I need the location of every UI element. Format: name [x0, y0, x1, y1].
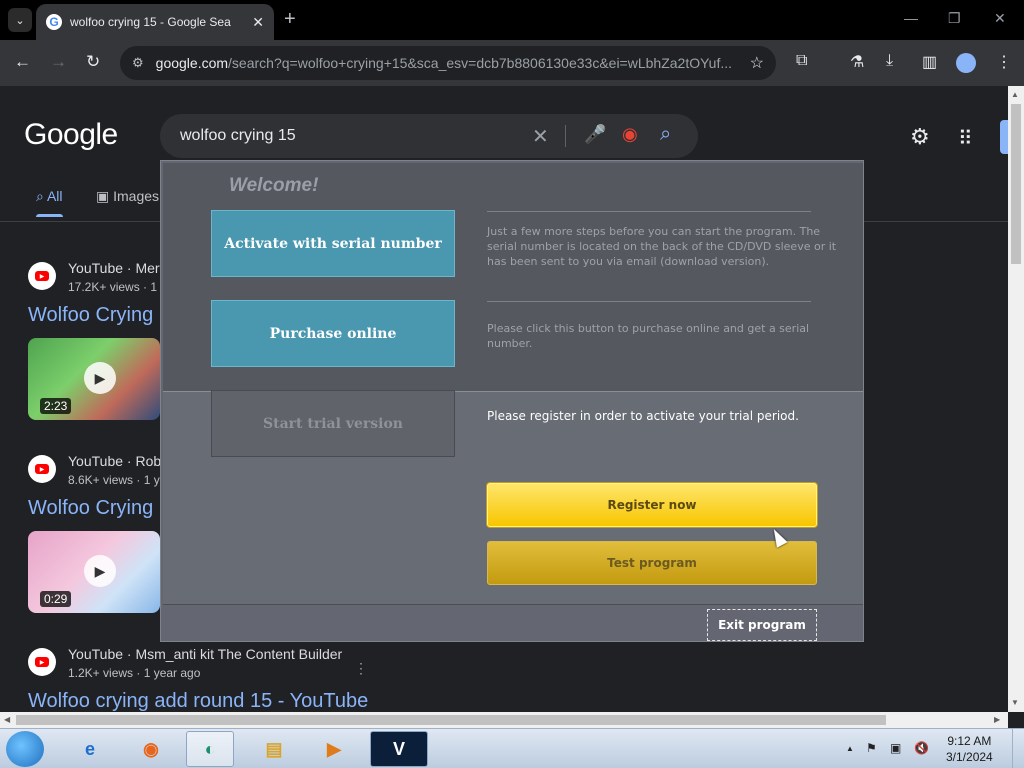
clock-date: 3/1/2024	[946, 750, 993, 764]
result-source[interactable]: YouTube · Rob	[68, 453, 161, 469]
search-input[interactable]: wolfoo crying 15 ✕ 🎤 ◉ ⌕	[160, 114, 698, 158]
activate-description: Just a few more steps before you can sta…	[487, 225, 837, 268]
volume-muted-icon[interactable]: 🔇	[914, 741, 929, 755]
tab-all-label: All	[46, 188, 63, 204]
video-thumbnail[interactable]: ▶ 2:23	[28, 338, 160, 420]
horizontal-scroll-thumb[interactable]	[16, 715, 886, 725]
browser-tab-active[interactable]: G wolfoo crying 15 - Google Sea ✕	[36, 4, 274, 40]
voice-search-icon[interactable]: 🎤	[584, 124, 606, 145]
result-source[interactable]: YouTube · Mert	[68, 260, 163, 276]
windows-taskbar: e ◉ ◐ ▤ ▶ V ▲ ⚑ ▣ 🔇 9:12 AM 3/1/2024	[0, 728, 1024, 768]
start-trial-button[interactable]: Start trial version	[211, 390, 455, 457]
youtube-icon: ▶	[28, 648, 56, 676]
tray-expand-icon[interactable]: ▲	[846, 744, 854, 753]
result-title-link[interactable]: Wolfoo Crying	[28, 497, 153, 520]
system-clock[interactable]: 9:12 AM 3/1/2024	[946, 733, 993, 765]
extensions-icon[interactable]: ⧉	[796, 52, 807, 70]
profile-avatar[interactable]	[956, 53, 976, 73]
minimize-button[interactable]: —	[904, 10, 918, 26]
scroll-right-icon[interactable]: ▶	[994, 715, 1000, 724]
action-center-flag-icon[interactable]: ⚑	[866, 741, 877, 755]
labs-icon[interactable]: ⚗	[850, 52, 864, 72]
tab-close-icon[interactable]: ✕	[252, 14, 264, 31]
clock-time: 9:12 AM	[947, 734, 992, 748]
media-icon[interactable]: ▶	[310, 731, 358, 767]
firefox-icon[interactable]: ◉	[127, 731, 175, 767]
exit-program-button[interactable]: Exit program	[707, 609, 817, 641]
more-options-icon[interactable]: ⋮	[354, 660, 368, 677]
settings-gear-icon[interactable]: ⚙	[910, 124, 930, 150]
ie-icon[interactable]: e	[66, 731, 114, 767]
purchase-description: Please click this button to purchase onl…	[487, 322, 810, 350]
downloads-icon[interactable]: ⤓	[886, 52, 893, 70]
search-icon[interactable]: ⌕	[660, 123, 671, 146]
clear-search-icon[interactable]: ✕	[532, 124, 549, 149]
address-bar[interactable]: ⚙ google.com/search?q=wolfoo+crying+15&s…	[120, 46, 776, 80]
video-thumbnail[interactable]: ▶ 0:29	[28, 531, 160, 613]
dialog-welcome-title: Welcome!	[229, 175, 319, 196]
scroll-left-icon[interactable]: ◀	[4, 715, 10, 724]
result-title-link[interactable]: Wolfoo Crying	[28, 304, 153, 327]
tab-all[interactable]: ⌕ All	[36, 188, 63, 217]
google-apps-icon[interactable]: ⠿	[958, 126, 973, 151]
browser-toolbar: ← → ↻ ⚙ google.com/search?q=wolfoo+cryin…	[0, 40, 1024, 86]
tab-search-button[interactable]: ⌄	[8, 8, 32, 32]
v-app-icon[interactable]: V	[370, 731, 428, 767]
bookmark-star-icon[interactable]: ☆	[750, 53, 764, 73]
url-host: google.com	[155, 55, 229, 71]
browser-tab-bar: ⌄ G wolfoo crying 15 - Google Sea ✕ + — …	[0, 0, 1024, 40]
side-panel-icon[interactable]: ▥	[922, 52, 937, 72]
edge-icon[interactable]: ◐	[186, 731, 234, 767]
purchase-online-button[interactable]: Purchase online	[211, 300, 455, 367]
address-url[interactable]: google.com/search?q=wolfoo+crying+15&sca…	[156, 55, 742, 71]
tab-title: wolfoo crying 15 - Google Sea	[70, 15, 231, 29]
restore-button[interactable]: ❐	[948, 10, 961, 27]
registration-dialog: Welcome! Activate with serial number Jus…	[160, 160, 864, 642]
reload-button[interactable]: ↻	[86, 52, 100, 72]
trial-note: Please register in order to activate you…	[487, 409, 799, 423]
youtube-icon: ▶	[28, 262, 56, 290]
divider	[487, 211, 811, 212]
play-icon: ▶	[84, 555, 116, 587]
test-program-button[interactable]: Test program	[487, 541, 817, 585]
tab-images-label: Images	[113, 188, 160, 204]
video-duration: 2:23	[40, 398, 72, 414]
result-source[interactable]: YouTube · Msm_anti kit The Content Build…	[68, 646, 342, 662]
vertical-scrollbar[interactable]: ▲ ▼	[1008, 86, 1024, 712]
google-logo[interactable]: Google	[24, 118, 118, 152]
result-meta: 8.6K+ views · 1 ye	[68, 473, 167, 487]
explorer-icon[interactable]: ▤	[250, 731, 298, 767]
video-duration: 0:29	[40, 591, 72, 607]
result-meta: 1.2K+ views · 1 year ago	[68, 666, 201, 680]
back-button[interactable]: ←	[14, 52, 31, 72]
scroll-down-icon[interactable]: ▼	[1011, 698, 1019, 707]
activate-serial-button[interactable]: Activate with serial number	[211, 210, 455, 277]
horizontal-scrollbar[interactable]: ◀ ▶	[0, 712, 1008, 728]
search-query[interactable]: wolfoo crying 15	[180, 127, 296, 145]
search-divider	[565, 125, 566, 147]
scroll-up-icon[interactable]: ▲	[1011, 90, 1019, 99]
site-info-icon[interactable]: ⚙	[132, 55, 144, 71]
vertical-scroll-thumb[interactable]	[1011, 104, 1021, 264]
sign-in-button[interactable]	[1000, 120, 1008, 154]
new-tab-button[interactable]: +	[284, 8, 296, 31]
youtube-icon: ▶	[28, 455, 56, 483]
forward-button[interactable]: →	[50, 52, 67, 72]
register-now-button[interactable]: Register now	[487, 483, 817, 527]
browser-menu-icon[interactable]: ⋮	[996, 52, 1012, 72]
lens-icon[interactable]: ◉	[622, 124, 638, 145]
start-button[interactable]	[6, 731, 44, 767]
url-path: /search?q=wolfoo+crying+15&sca_esv=dcb7b…	[228, 55, 733, 71]
result-meta: 17.2K+ views · 1 y	[68, 280, 167, 294]
google-favicon-icon: G	[46, 14, 62, 30]
network-icon[interactable]: ▣	[890, 741, 901, 755]
play-icon: ▶	[84, 362, 116, 394]
divider	[487, 301, 811, 302]
window-close-button[interactable]: ✕	[994, 10, 1006, 27]
result-title-link[interactable]: Wolfoo crying add round 15 - YouTube	[28, 690, 368, 712]
show-desktop-button[interactable]	[1012, 729, 1024, 768]
tab-images[interactable]: ▣ Images	[96, 188, 159, 205]
